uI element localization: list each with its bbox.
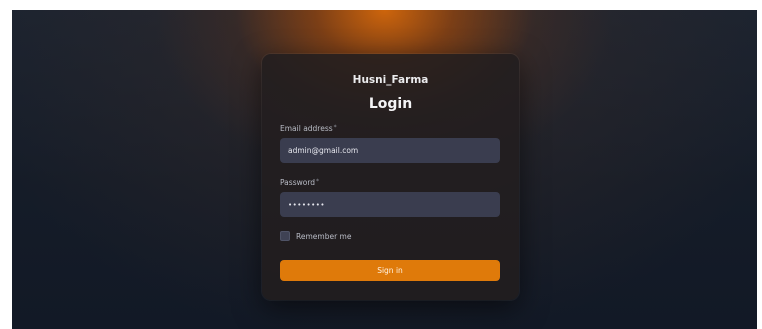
remember-me-label[interactable]: Remember me [296, 232, 351, 241]
page-title: Login [368, 96, 413, 112]
email-required-mark: * [333, 124, 337, 131]
sign-in-button[interactable]: Sign in [280, 260, 500, 281]
remember-me-checkbox[interactable] [280, 231, 290, 241]
password-label-text: Password [280, 178, 316, 187]
brand-name: Husni_Farma [352, 74, 429, 86]
email-label-text: Email address [280, 124, 333, 133]
login-card: Husni_Farma Login Email address* Passwor… [262, 54, 519, 300]
remember-me[interactable]: Remember me [280, 230, 351, 242]
page-background: Husni_Farma Login Email address* Passwor… [12, 10, 757, 329]
password-field[interactable] [280, 192, 500, 217]
email-label: Email address* [280, 124, 337, 133]
email-field[interactable] [280, 138, 500, 163]
password-label: Password* [280, 178, 319, 187]
password-required-mark: * [316, 178, 320, 185]
